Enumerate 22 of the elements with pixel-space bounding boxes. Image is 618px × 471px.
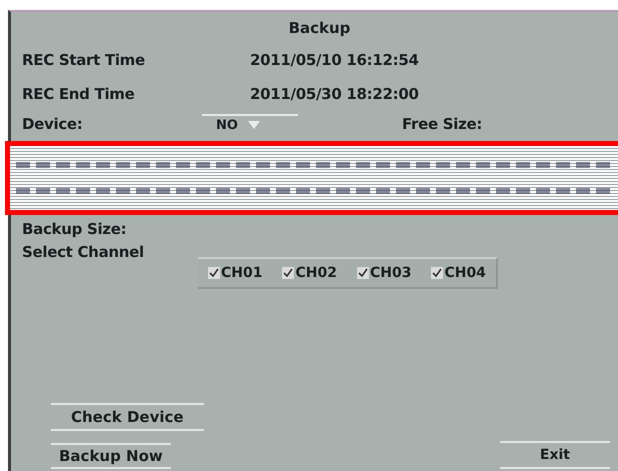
field-label: REC Start Time (22, 51, 146, 69)
exit-button[interactable]: Exit (500, 441, 610, 469)
channel-checkbox[interactable]: CH01 (208, 265, 262, 281)
field-value: 2011/05/30 18:22:00 (250, 85, 419, 103)
check-icon (209, 268, 219, 278)
backup-size-label: Backup Size: (22, 220, 128, 238)
channel-checkbox[interactable]: CH03 (356, 265, 412, 281)
field-value: 2011/05/10 16:12:54 (250, 51, 419, 69)
check-icon (283, 268, 294, 278)
check-icon (358, 268, 368, 278)
select-channel-label: Select Channel (22, 243, 145, 261)
device-label: Device: (22, 115, 84, 133)
channel-checkbox[interactable]: CH02 (282, 265, 337, 281)
device-dropdown[interactable]: NO (202, 114, 298, 134)
channel-checkbox[interactable]: CH04 (431, 265, 486, 281)
field-label: REC End Time (22, 85, 136, 103)
backup-now-button[interactable]: Backup Now (51, 443, 171, 469)
caret-icon (248, 121, 260, 129)
screen-title: Backup (288, 19, 352, 39)
free-size-label: Free Size: (402, 115, 484, 133)
check-icon (432, 268, 442, 278)
check-device-button[interactable]: Check Device (51, 403, 204, 431)
